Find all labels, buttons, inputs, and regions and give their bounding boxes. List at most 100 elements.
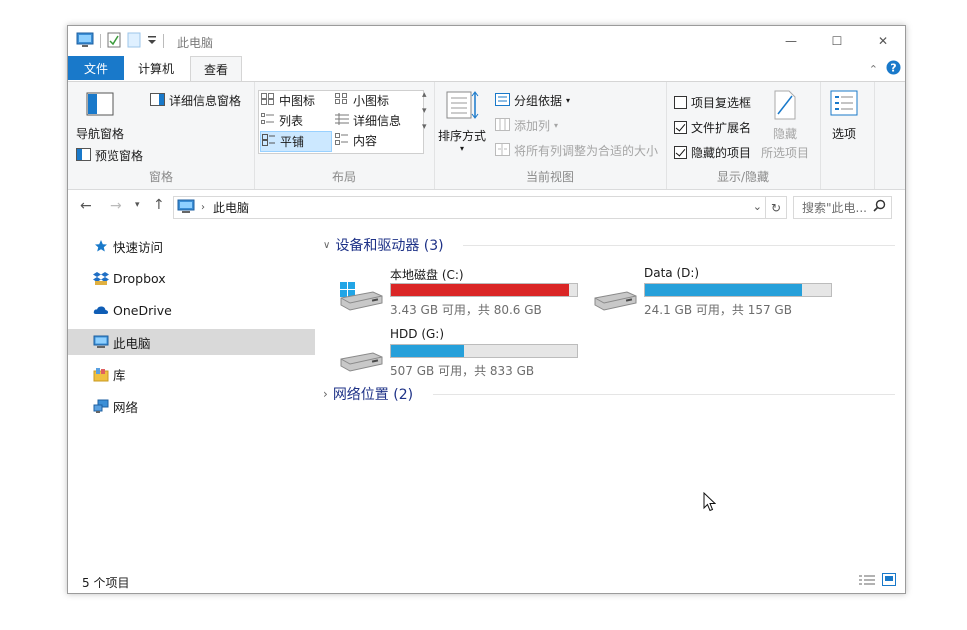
- drive-free-space: 3.43 GB 可用，共 80.6 GB: [390, 303, 542, 317]
- star-icon: [93, 238, 109, 254]
- details-icon: [335, 113, 349, 128]
- layout-content[interactable]: 内容: [335, 132, 377, 149]
- layout-group-label: 布局: [331, 170, 356, 184]
- nav-item-onedrive[interactable]: OneDrive: [68, 297, 315, 323]
- large-icons-view-icon[interactable]: [882, 573, 896, 589]
- network-group-header[interactable]: › 网络位置 (2): [323, 384, 413, 404]
- hide-selected-button[interactable]: 隐藏 所选项目: [761, 90, 809, 161]
- drive-free-space: 507 GB 可用，共 833 GB: [390, 364, 535, 378]
- nav-pane-button[interactable]: 导航窗格: [76, 92, 124, 142]
- properties-icon[interactable]: [107, 32, 121, 51]
- layout-tiles[interactable]: 平铺: [260, 131, 332, 152]
- details-pane-button[interactable]: 详细信息窗格: [150, 92, 241, 109]
- windows-drive-icon: [337, 279, 383, 314]
- group-current-view: 排序方式 ▾ 分组依据 ▾ 添加列 ▾ 将所有列调整为合适的大小 当前视图: [434, 82, 667, 189]
- layout-gallery: 中图标 小图标 列表 详细信息 平铺 内容: [258, 90, 424, 154]
- chevron-right-icon[interactable]: ›: [323, 387, 328, 401]
- group-by-button[interactable]: 分组依据 ▾: [495, 92, 570, 109]
- forward-arrow-icon[interactable]: →: [110, 198, 122, 214]
- add-columns-button[interactable]: 添加列 ▾: [495, 117, 558, 134]
- chevron-down-icon[interactable]: ∨: [323, 240, 330, 251]
- nav-item-this-pc[interactable]: 此电脑: [68, 329, 315, 355]
- sort-by-button[interactable]: 排序方式 ▾: [438, 90, 486, 153]
- options-icon: [830, 90, 858, 119]
- nav-item-quick-access[interactable]: 快速访问: [68, 233, 315, 259]
- drive-usage-fill: [391, 345, 464, 357]
- content-icon: [335, 133, 349, 148]
- recent-locations-icon[interactable]: ▾: [135, 200, 140, 210]
- search-input[interactable]: 搜索"此电...: [802, 199, 867, 216]
- drive-d[interactable]: Data (D:) 24.1 GB 可用，共 157 GB: [577, 263, 832, 319]
- layout-scroll[interactable]: ▴ ▾ ▾: [422, 90, 427, 132]
- drive-name: HDD (G:): [390, 327, 445, 341]
- drive-usage-bar: [644, 283, 832, 297]
- navigation-bar: ← → ▾ ↑ › 此电脑 ⌄ ↻ 搜索"此电...: [68, 192, 905, 222]
- close-button[interactable]: ✕: [860, 26, 906, 56]
- preview-pane-button[interactable]: 预览窗格: [76, 147, 143, 164]
- address-bar[interactable]: › 此电脑 ⌄ ↻: [173, 196, 787, 219]
- search-icon[interactable]: [873, 199, 886, 215]
- layout-label: 小图标: [353, 94, 390, 108]
- tab-view[interactable]: 查看: [190, 56, 242, 82]
- devices-group-header[interactable]: ∨ 设备和驱动器 (3): [323, 235, 444, 255]
- size-columns-button[interactable]: 将所有列调整为合适的大小: [495, 142, 658, 159]
- address-dropdown-icon[interactable]: ⌄: [753, 200, 762, 213]
- preview-pane-label: 预览窗格: [95, 149, 144, 163]
- item-checkboxes-checkbox[interactable]: [674, 96, 687, 109]
- chevron-up-icon[interactable]: ⌃: [869, 63, 878, 76]
- hidden-items-checkbox[interactable]: [674, 146, 687, 159]
- dropdown-arrow-icon: ▾: [460, 144, 465, 153]
- file-extensions-checkbox[interactable]: [674, 121, 687, 134]
- scroll-up-icon[interactable]: ▴: [422, 90, 427, 100]
- scroll-down-icon[interactable]: ▾: [422, 106, 427, 116]
- back-arrow-icon[interactable]: ←: [80, 198, 92, 214]
- group-by-icon: [495, 92, 510, 109]
- computer-icon[interactable]: [76, 32, 94, 51]
- layout-details[interactable]: 详细信息: [335, 112, 401, 129]
- group-panes: 导航窗格 预览窗格 详细信息窗格 窗格: [68, 82, 255, 189]
- content-pane: ∨ 设备和驱动器 (3) 本地磁盘 (C:) 3.43 GB 可用，共 80.6…: [323, 230, 903, 560]
- computer-icon: [93, 334, 109, 350]
- new-folder-icon[interactable]: [127, 32, 141, 51]
- preview-pane-icon: [76, 147, 91, 164]
- hidden-items-toggle[interactable]: 隐藏的项目: [674, 144, 751, 161]
- drive-g[interactable]: HDD (G:) 507 GB 可用，共 833 GB: [323, 324, 578, 380]
- tab-computer[interactable]: 计算机: [130, 56, 182, 80]
- cloud-icon: [93, 302, 109, 318]
- dropbox-icon: [93, 270, 109, 286]
- options-button[interactable]: 选项: [830, 90, 858, 142]
- nav-item-libraries[interactable]: 库: [68, 361, 315, 387]
- list-icon: [261, 113, 275, 128]
- medium-icons-icon: [261, 93, 275, 108]
- network-icon: [93, 398, 109, 414]
- up-arrow-icon[interactable]: ↑: [153, 197, 165, 213]
- nav-item-label: OneDrive: [113, 302, 172, 318]
- tab-file[interactable]: 文件: [68, 56, 124, 80]
- expand-gallery-icon[interactable]: ▾: [422, 122, 427, 132]
- help-icon[interactable]: ?: [886, 60, 901, 78]
- group-divider: [463, 245, 895, 246]
- nav-item-label: 库: [113, 367, 126, 383]
- details-view-icon[interactable]: [859, 574, 875, 589]
- file-extensions-toggle[interactable]: 文件扩展名: [674, 119, 751, 136]
- breadcrumb-chevron-icon[interactable]: ›: [201, 202, 205, 213]
- explorer-window: 此电脑 — ☐ ✕ 文件 计算机 查看 ⌃ ? 导航窗格 预览窗格 详细信息窗格…: [67, 25, 906, 594]
- nav-item-dropbox[interactable]: Dropbox: [68, 265, 315, 291]
- maximize-button[interactable]: ☐: [814, 26, 860, 56]
- breadcrumb[interactable]: 此电脑: [213, 199, 249, 216]
- computer-icon: [177, 199, 195, 217]
- small-icons-icon: [335, 93, 349, 108]
- group-layout: 中图标 小图标 列表 详细信息 平铺 内容 ▴ ▾ ▾ 布局: [254, 82, 435, 189]
- ribbon: 导航窗格 预览窗格 详细信息窗格 窗格 中图标 小图标 列表 详细信息 平铺 内…: [68, 81, 905, 190]
- layout-list[interactable]: 列表: [261, 112, 303, 129]
- layout-small-icons[interactable]: 小图标: [335, 92, 389, 109]
- minimize-button[interactable]: —: [768, 26, 814, 56]
- item-checkboxes-toggle[interactable]: 项目复选框: [674, 94, 751, 111]
- quick-access-toolbar: [76, 32, 164, 50]
- customize-qat-icon[interactable]: [147, 34, 157, 49]
- nav-item-network[interactable]: 网络: [68, 393, 315, 419]
- drive-c[interactable]: 本地磁盘 (C:) 3.43 GB 可用，共 80.6 GB: [323, 263, 578, 319]
- search-box[interactable]: 搜索"此电...: [793, 196, 892, 219]
- refresh-icon[interactable]: ↻: [765, 197, 786, 218]
- layout-medium-icons[interactable]: 中图标: [261, 92, 315, 109]
